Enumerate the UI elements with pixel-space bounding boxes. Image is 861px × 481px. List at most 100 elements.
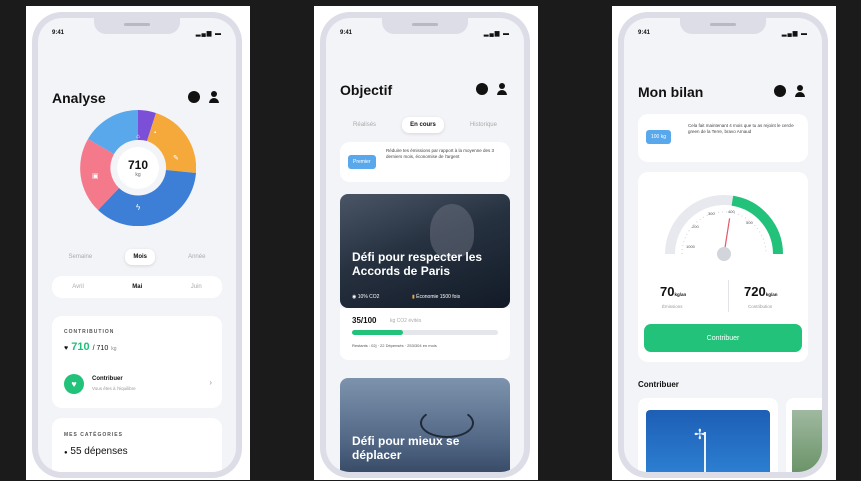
status-time: 9:41: [340, 30, 353, 36]
gauge-tick-label: 500: [746, 220, 753, 225]
tab-history[interactable]: Historique: [470, 122, 497, 128]
project-card[interactable]: ✢: [638, 398, 778, 472]
project-card-next[interactable]: [786, 398, 822, 472]
bilan-promo: 100 kg Cela fait maintenant 4 mois que t…: [638, 114, 808, 162]
status-bar: 9:41 ▂▄▆ ▬: [340, 30, 510, 40]
chat-icon[interactable]: [476, 83, 488, 95]
objective-tabs: Réalisés En cours Historique: [340, 114, 510, 136]
categories-count: 55 dépenses: [70, 446, 128, 457]
leaf-icon: ✎: [173, 155, 179, 162]
tag-icon: ●: [64, 450, 68, 456]
contribution-card: CONTRIBUTION ♥ 710 / 710 kg ♥ Contribuer…: [52, 316, 222, 408]
phone-screen-analyse: 9:41 ▂▄▆ ▬ Analyse ⌂ ▪ ✎ ϟ ▣ 710 kg Sema…: [38, 18, 236, 472]
progress-footer: Restants : 02j · 22 Dépensés · 253/304 e…: [352, 343, 437, 348]
contribute-heart-icon: ♥: [64, 374, 84, 394]
contribute-title[interactable]: Contribuer: [92, 376, 123, 382]
gauge-fill: [731, 195, 783, 255]
stat-emissions: 70kg/an: [660, 284, 686, 299]
status-time: 9:41: [638, 30, 651, 36]
promo-text: Réduire tes émissions par rapport à la m…: [386, 148, 495, 159]
signal-battery-icon: ▂▄▆ ▬: [195, 31, 222, 37]
categories-card: MES CATÉGORIES ● 55 dépenses: [52, 418, 222, 472]
phone-frame: 9:41 ▂▄▆ ▬ Analyse ⌂ ▪ ✎ ϟ ▣ 710 kg Sema…: [32, 12, 242, 478]
contribution-value: 710: [71, 341, 90, 353]
page-header: Analyse: [52, 90, 222, 110]
progress-unit: kg CO2 évités: [390, 318, 422, 324]
donut-unit: kg: [135, 172, 141, 178]
emissions-gauge: 1000 200 300 400 500: [665, 195, 783, 261]
challenge-title: Défi pour respecter les Accords de Paris: [352, 250, 483, 278]
gauge-tick-label: 300: [708, 211, 715, 216]
gauge-hub: [717, 247, 731, 261]
stat-divider: [728, 280, 729, 312]
tab-week[interactable]: Semaine: [69, 254, 93, 260]
tab-in-progress[interactable]: En cours: [402, 117, 444, 133]
gauge-tick-label: 400: [728, 209, 735, 214]
user-icon[interactable]: [208, 91, 220, 103]
month-april[interactable]: Avril: [72, 284, 84, 290]
page-header: Mon bilan: [638, 84, 808, 104]
challenge-meta-1-row: ◉ 10% CO2: [352, 294, 379, 300]
tab-done[interactable]: Réalisés: [353, 122, 376, 128]
status-bar: 9:41 ▂▄▆ ▬: [52, 30, 222, 40]
promo-chip: 100 kg: [646, 130, 672, 144]
globe-icon: ◉: [352, 294, 357, 300]
stat-emissions-value: 70: [660, 284, 675, 299]
stat-contribution-unit: kg/an: [765, 292, 778, 297]
tab-year[interactable]: Année: [188, 254, 205, 260]
challenge-meta-2: Économie 1500 fois: [416, 294, 461, 300]
phone-frame: 9:41 ▂▄▆ ▬ Mon bilan 100 kg Cela fait ma…: [618, 12, 828, 478]
promo-chip: Premier: [348, 155, 376, 169]
month-may[interactable]: Mai: [124, 279, 151, 295]
progress-value: 35/100: [352, 316, 377, 325]
progress-fill: [352, 330, 404, 335]
phone-frame: 9:41 ▂▄▆ ▬ Objectif Réalisés En cours Hi…: [320, 12, 530, 478]
turbine-icon: ✢: [694, 426, 706, 442]
status-time: 9:41: [52, 30, 65, 36]
screenshot-card-objectif: 9:41 ▂▄▆ ▬ Objectif Réalisés En cours Hi…: [314, 6, 538, 480]
page-title: Objectif: [340, 82, 393, 98]
challenge-card-paris[interactable]: Défi pour respecter les Accords de Paris…: [340, 194, 510, 308]
tab-month[interactable]: Mois: [125, 249, 155, 265]
contribute-button[interactable]: Contribuer: [644, 324, 802, 352]
month-june[interactable]: Juin: [191, 284, 202, 290]
objective-promo[interactable]: Premier Réduire tes émissions par rappor…: [340, 142, 510, 182]
stat-contribution: 720kg/an: [744, 284, 777, 299]
signal-battery-icon: ▂▄▆ ▬: [483, 31, 510, 37]
wind-turbine-photo: ✢: [646, 410, 770, 472]
signal-battery-icon: ▂▄▆ ▬: [781, 31, 808, 37]
month-selector: Avril Mai Juin: [52, 276, 222, 298]
contribute-subtitle: Vous êtes à l'équilibre: [92, 386, 136, 391]
challenge-title: Défi pour mieux se déplacer: [352, 434, 460, 462]
stat-emissions-unit: kg/an: [674, 292, 687, 297]
bus-icon: ▣: [92, 173, 99, 180]
contribution-value-row: ♥ 710 / 710 kg: [64, 341, 117, 353]
contribution-label: CONTRIBUTION: [64, 329, 115, 335]
page-title: Analyse: [52, 90, 106, 106]
phone-screen-objectif: 9:41 ▂▄▆ ▬ Objectif Réalisés En cours Hi…: [326, 18, 524, 472]
gauge-tick-label: 1000: [686, 244, 696, 249]
chat-icon[interactable]: [774, 85, 786, 97]
donut-center: 710 kg: [117, 147, 159, 189]
stat-emissions-label: Émissions: [662, 304, 683, 309]
categories-label: MES CATÉGORIES: [64, 432, 123, 438]
contribution-total: / 710: [92, 345, 109, 352]
promo-text: Cela fait maintenant 4 mois que tu as re…: [688, 123, 794, 134]
page-header: Objectif: [340, 82, 510, 102]
status-bar: 9:41 ▂▄▆ ▬: [638, 30, 808, 40]
lock-icon: ▮: [412, 294, 415, 300]
contribution-unit: kg: [111, 346, 117, 352]
gauge-tick-label: 200: [692, 224, 699, 229]
categories-count-row: ● 55 dépenses: [64, 446, 128, 457]
donut-total: 710: [127, 158, 149, 172]
user-icon[interactable]: [496, 83, 508, 95]
home-icon: ⌂: [136, 134, 140, 140]
chat-icon[interactable]: [188, 91, 200, 103]
screenshot-card-analyse: 9:41 ▂▄▆ ▬ Analyse ⌂ ▪ ✎ ϟ ▣ 710 kg Sema…: [26, 6, 250, 480]
chevron-right-icon[interactable]: ›: [209, 378, 212, 387]
challenge-progress-card: 35/100 kg CO2 évités Restants : 02j · 22…: [340, 308, 510, 360]
user-icon[interactable]: [794, 85, 806, 97]
stat-contribution-value: 720: [744, 284, 766, 299]
challenge-card-mobility[interactable]: Défi pour mieux se déplacer: [340, 378, 510, 472]
page-title: Mon bilan: [638, 84, 704, 100]
